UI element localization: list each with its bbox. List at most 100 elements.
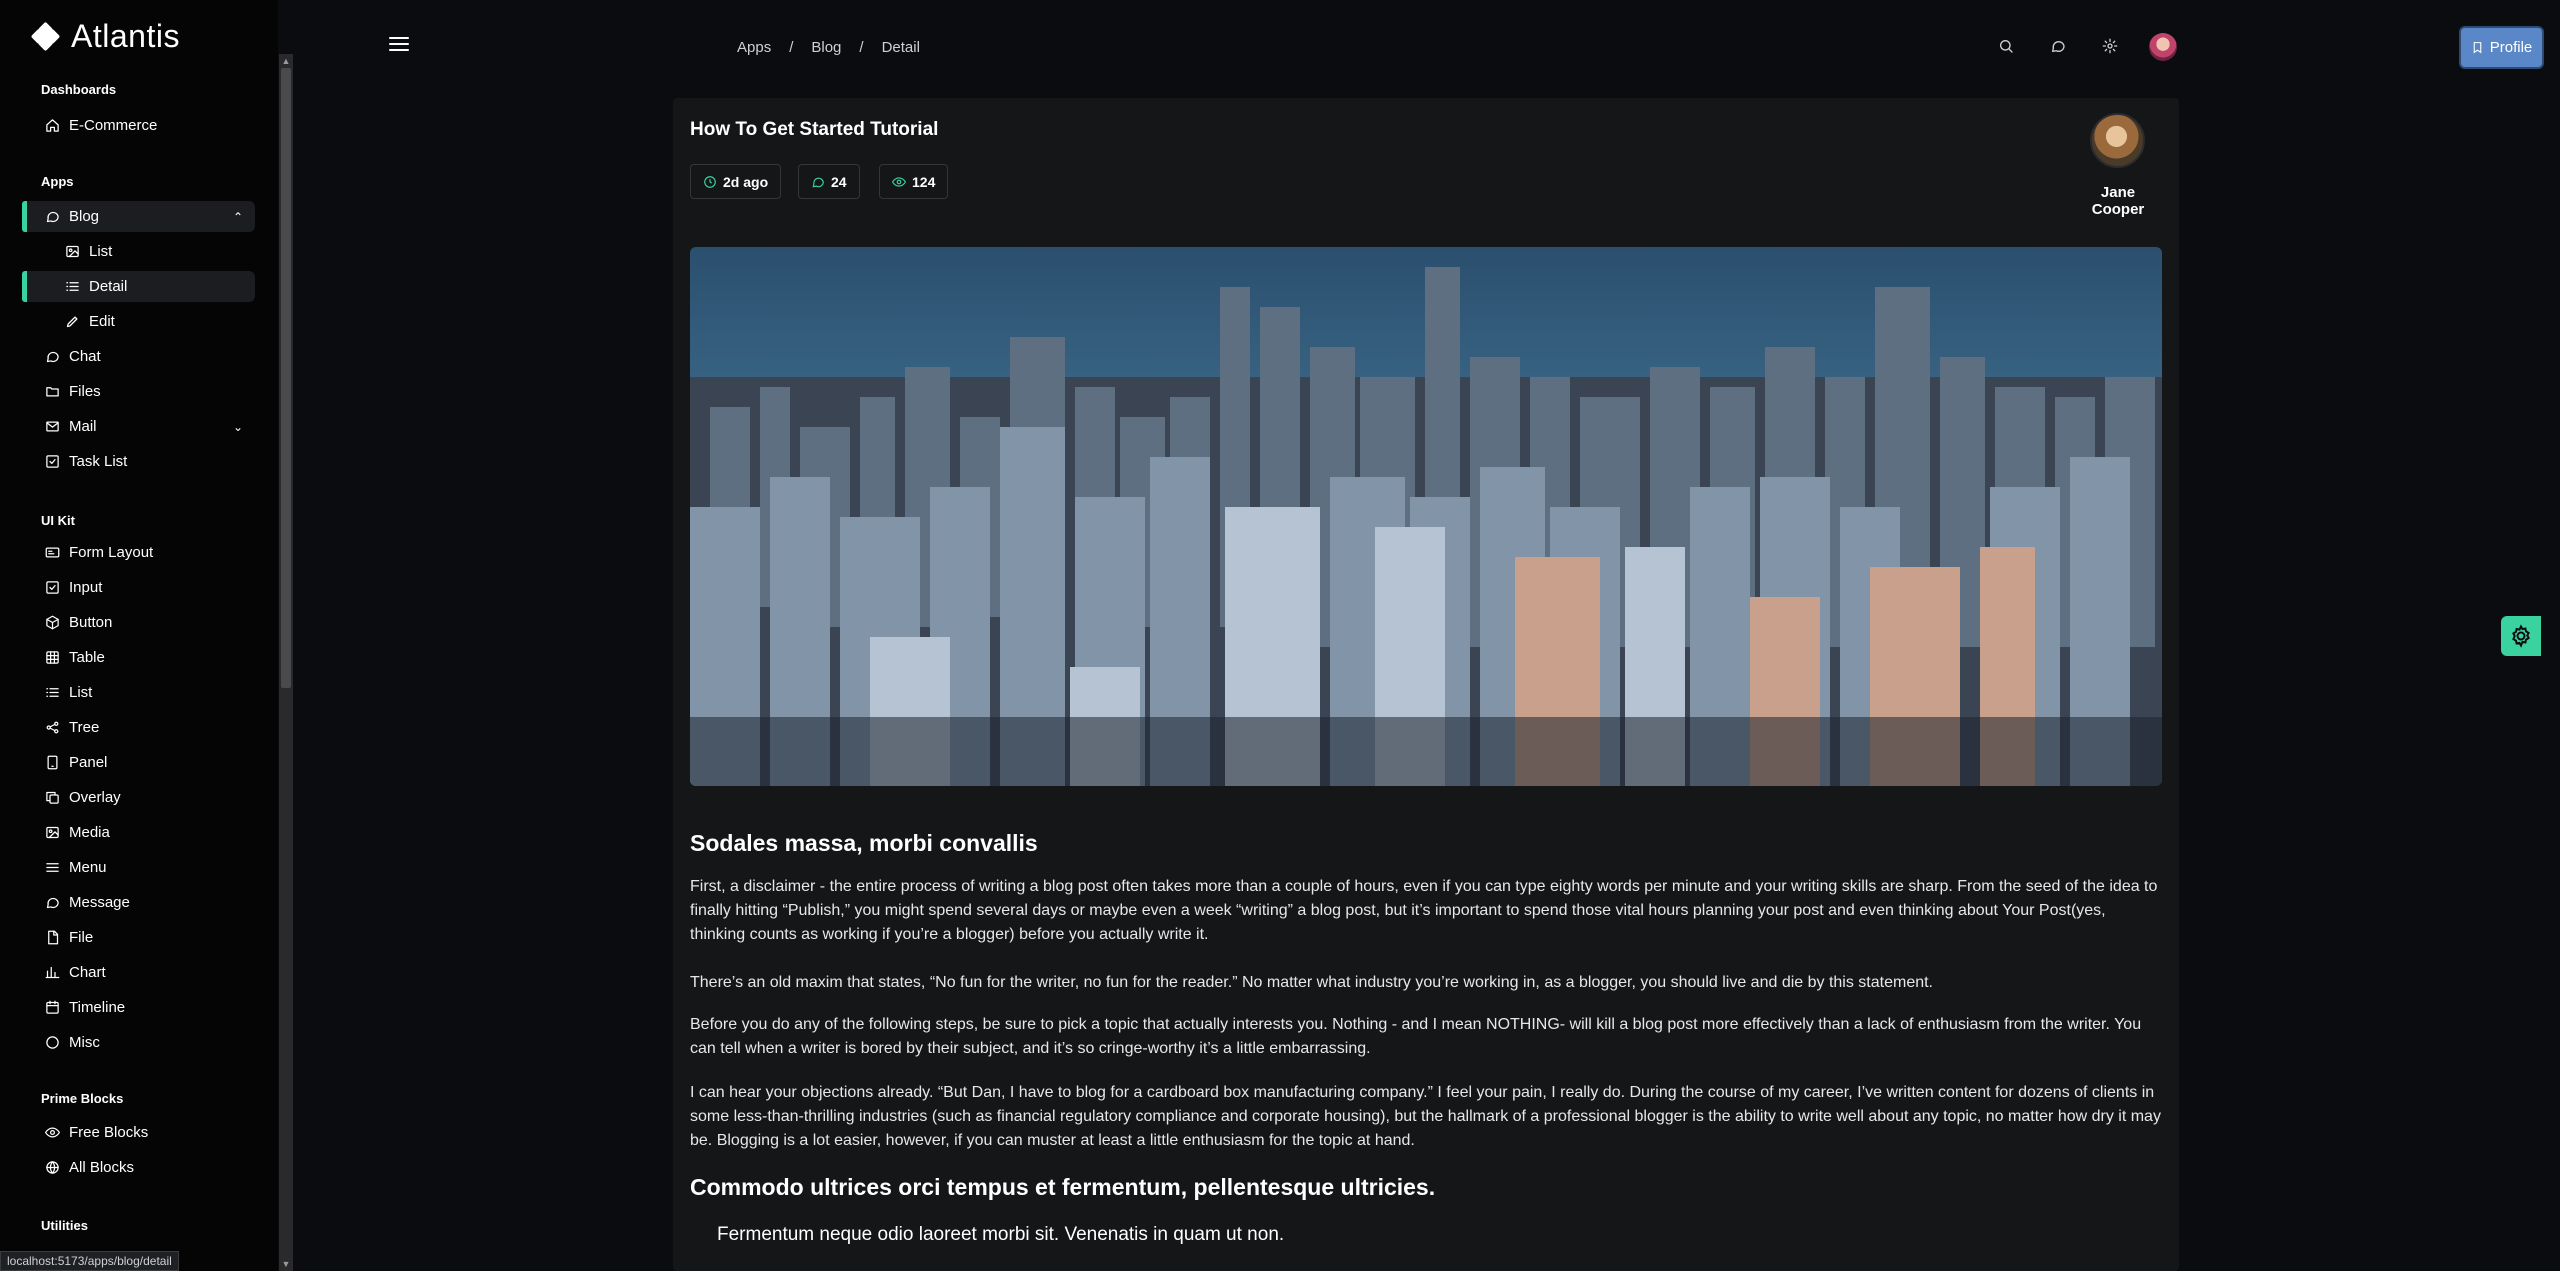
sidebar-item-label: Misc [69,1034,100,1051]
comments-chip: 24 [798,164,860,199]
calendar-icon [44,1000,60,1016]
status-bar-url: localhost:5173/apps/blog/detail [0,1251,179,1271]
views-chip: 124 [879,164,949,199]
sidebar-item-mail[interactable]: Mail ⌄ [22,411,255,442]
sidebar-section-utilities: Utilities [41,1218,88,1233]
bars-icon [44,860,60,876]
sidebar-section-prime-blocks: Prime Blocks [41,1091,124,1106]
sidebar-item-detail[interactable]: Detail [22,271,255,302]
chart-bar-icon [44,965,60,981]
comment-icon [44,895,60,911]
sidebar-section-ui-kit: UI Kit [41,513,75,528]
box-icon [44,615,60,631]
blog-detail-card: How To Get Started Tutorial 2d ago 24 12… [673,98,2179,1271]
eye-icon [44,1125,60,1141]
menu-toggle-button[interactable] [389,37,409,53]
list-icon [44,685,60,701]
time-chip: 2d ago [690,164,782,199]
section-heading-1: Sodales massa, morbi convallis [690,830,1038,856]
share-alt-icon [44,720,60,736]
sidebar-item-timeline[interactable]: Timeline [22,992,255,1023]
post-comments-count: 24 [831,173,847,190]
sidebar-item-overlay[interactable]: Overlay [22,782,255,813]
paragraph-3: Before you do any of the following steps… [690,1016,2142,1057]
paragraph-4: I can hear your objections already. “But… [690,1084,2161,1149]
app-logo[interactable]: Atlantis [30,18,180,55]
gear-icon[interactable] [2102,38,2118,54]
comments-icon [812,177,824,187]
sidebar-item-list[interactable]: List [22,236,255,267]
sidebar-item-e-commerce[interactable]: E-Commerce [22,110,255,141]
sidebar-item-chat[interactable]: Chat [22,341,255,372]
sidebar-item-label: Form Layout [69,544,154,561]
paragraph-2: There’s an old maxim that states, “No fu… [690,974,1933,991]
cog-icon [2512,624,2530,648]
sidebar-item-label: List [89,243,113,260]
breadcrumb: Apps / Blog / Detail [737,39,920,56]
sidebar-item-label: Blog [69,208,100,225]
comments-icon [44,349,60,365]
sidebar-item-blog[interactable]: Blog ⌃ [22,201,255,232]
sidebar-item-label: E-Commerce [69,117,158,134]
chevron-down-icon[interactable]: ⌄ [233,420,243,434]
sidebar-item-label: Message [69,894,130,911]
scrollbar-thumb[interactable] [281,68,291,688]
sidebar-item-files[interactable]: Files [22,376,255,407]
blockquote: Fermentum neque odio laoreet morbi sit. … [717,1224,1285,1245]
sidebar-section-apps: Apps [41,174,74,189]
clock-icon [704,175,716,188]
sidebar-item-list[interactable]: List [22,677,255,708]
sidebar-item-panel[interactable]: Panel [22,747,255,778]
image-icon [64,244,80,260]
sidebar-item-task-list[interactable]: Task List [22,446,255,477]
home-icon [44,118,60,134]
profile-button[interactable]: Profile [2461,28,2542,67]
list-icon [64,279,80,295]
sidebar-item-label: Button [69,614,113,631]
sidebar-section-dashboards: Dashboards [41,82,117,97]
sidebar-item-label: Chart [69,964,106,981]
sidebar-item-label: Menu [69,859,107,876]
chat-icon[interactable] [2050,38,2066,54]
sidebar: Atlantis Dashboards E-Commerce Apps Blog ⌃ Li… [0,0,278,1271]
sidebar-item-message[interactable]: Message [22,887,255,918]
sidebar-item-label: All Blocks [69,1159,135,1176]
sidebar-item-edit[interactable]: Edit [22,306,255,337]
sidebar-item-file[interactable]: File [22,922,255,953]
sidebar-item-menu[interactable]: Menu [22,852,255,883]
sidebar-scrollbar[interactable]: ▲ ▼ [279,54,293,1271]
sidebar-item-free-blocks[interactable]: Free Blocks [22,1117,255,1148]
tablet-icon [44,755,60,771]
sidebar-item-table[interactable]: Table [22,642,255,673]
sidebar-item-all-blocks[interactable]: All Blocks [22,1152,255,1183]
sidebar-item-form-layout[interactable]: Form Layout [22,537,255,568]
sidebar-item-label: Overlay [69,789,121,806]
sidebar-item-tree[interactable]: Tree [22,712,255,743]
chat-bubble-icon [44,209,60,225]
user-avatar[interactable] [2149,33,2177,61]
app-name: Atlantis [71,18,180,54]
search-icon[interactable] [1998,38,2014,54]
eye-icon [892,176,906,187]
chevron-up-icon[interactable]: ⌃ [233,210,243,224]
bookmark-icon [2473,42,2482,54]
clone-icon [44,790,60,806]
breadcrumb-detail: Detail [881,39,920,56]
pencil-icon [64,314,80,330]
sidebar-item-button[interactable]: Button [22,607,255,638]
config-gear-button[interactable] [2501,616,2541,656]
sidebar-item-input[interactable]: Input [22,572,255,603]
sidebar-item-label: Edit [89,313,115,330]
sidebar-item-media[interactable]: Media [22,817,255,848]
logo-icon [30,21,61,51]
table-icon [44,650,60,666]
sidebar-item-label: Detail [89,278,128,295]
sidebar-item-misc[interactable]: Misc [22,1027,255,1058]
sidebar-item-label: List [69,684,93,701]
circle-icon [44,1035,60,1051]
breadcrumb-blog[interactable]: Blog [811,39,841,56]
sidebar-item-label: Free Blocks [69,1124,149,1141]
breadcrumb-apps[interactable]: Apps [737,39,771,56]
paragraph-1: First, a disclaimer - the entire process… [690,878,2158,943]
sidebar-item-chart[interactable]: Chart [22,957,255,988]
